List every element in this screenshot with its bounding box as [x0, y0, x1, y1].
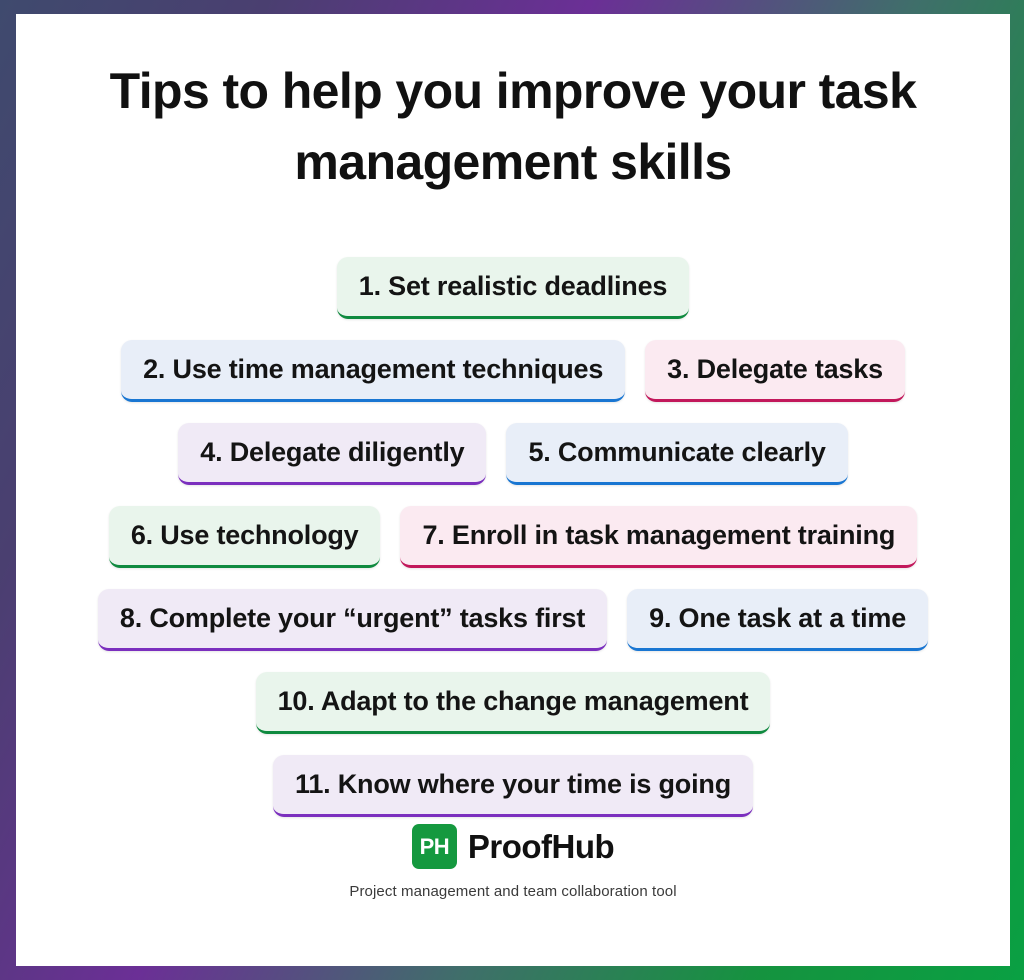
brand-lockup: PH ProofHub: [411, 824, 615, 869]
tip-pill: 9. One task at a time: [627, 589, 929, 651]
tip-pill: 4. Delegate diligently: [178, 423, 487, 485]
tip-pill: 6. Use technology: [108, 506, 381, 568]
tip-pill: 11. Know where your time is going: [273, 755, 753, 817]
tip-pill: 1. Set realistic deadlines: [336, 257, 690, 319]
tip-pill: 5. Communicate clearly: [506, 423, 848, 485]
tip-row: 2. Use time management techniques 3. Dele…: [16, 340, 1010, 402]
infographic-canvas: Tips to help you improve your task manag…: [16, 14, 1010, 966]
tip-row: 4. Delegate diligently 5. Communicate cle…: [16, 423, 1010, 485]
page-title: Tips to help you improve your task manag…: [109, 63, 917, 190]
tip-pill: 7. Enroll in task management training: [400, 506, 918, 568]
brand-name: ProofHub: [467, 827, 615, 865]
tip-pill: 8. Complete your “urgent” tasks first: [97, 589, 608, 651]
tip-pill: 3. Delegate tasks: [645, 340, 905, 402]
tips-list: 1. Set realistic deadlines 2. Use time ma…: [16, 257, 1010, 817]
proofhub-logo-icon: PH: [411, 824, 457, 869]
tip-row: 8. Complete your “urgent” tasks first 9. …: [16, 589, 1010, 651]
brand-tagline: Project management and team collaboratio…: [349, 883, 677, 900]
tip-row: 1. Set realistic deadlines: [16, 257, 1010, 319]
brand-footer: PH ProofHub Project management and team …: [16, 824, 1010, 900]
tip-pill: 10. Adapt to the change management: [255, 672, 771, 734]
tip-row: 11. Know where your time is going: [16, 755, 1010, 817]
gradient-border-frame: Tips to help you improve your task manag…: [0, 0, 1024, 980]
tip-row: 6. Use technology 7. Enroll in task manag…: [16, 506, 1010, 568]
tip-pill: 2. Use time management techniques: [121, 340, 626, 402]
tip-row: 10. Adapt to the change management: [16, 672, 1010, 734]
